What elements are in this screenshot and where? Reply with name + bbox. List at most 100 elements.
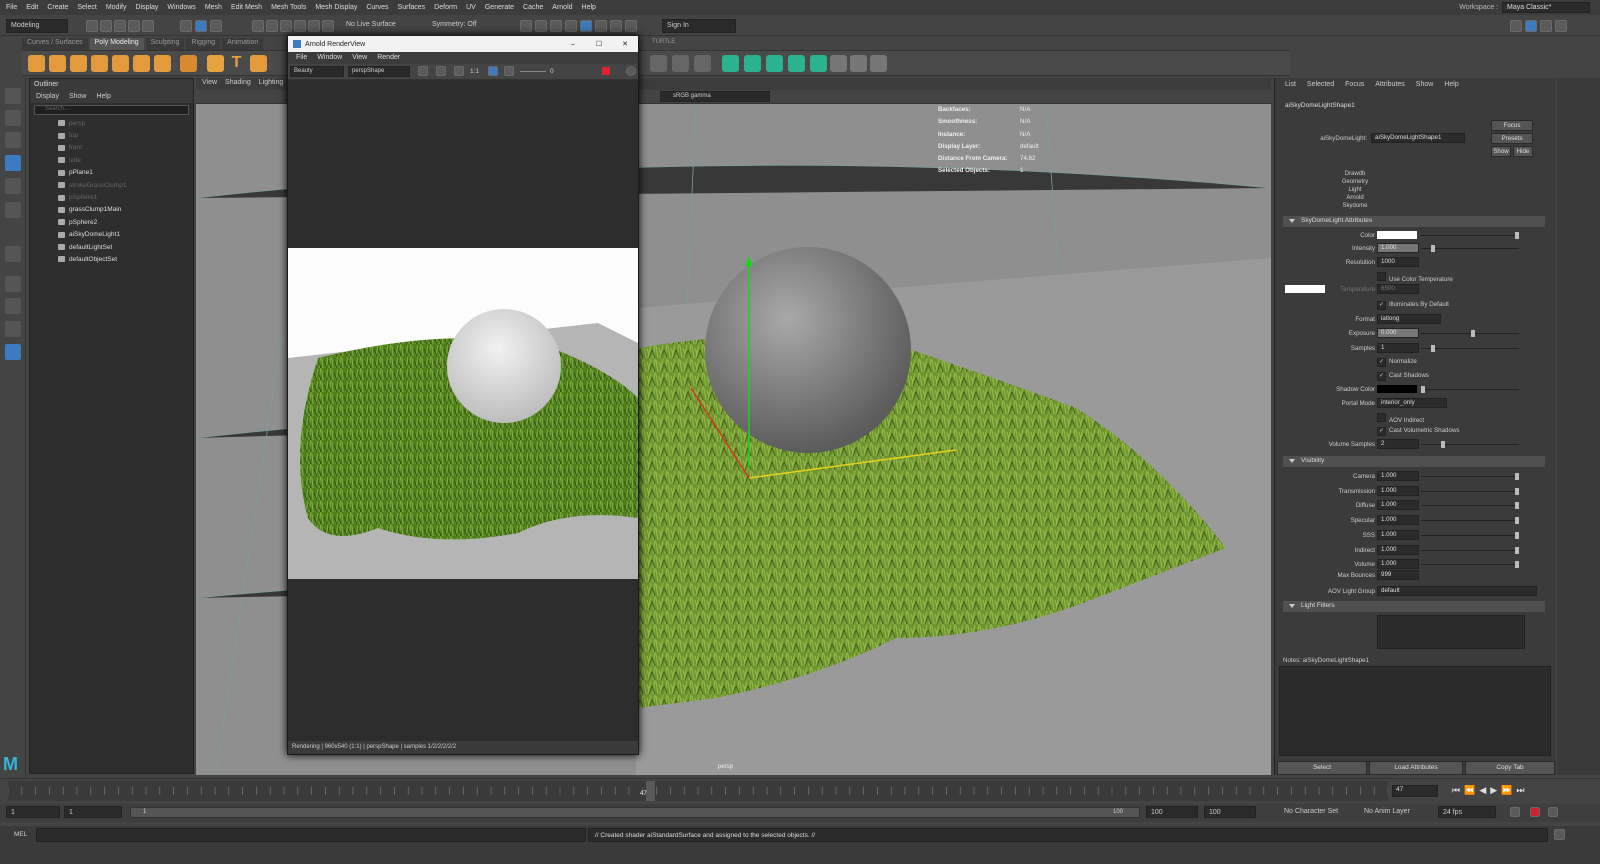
refresh-render-icon[interactable] (418, 66, 428, 76)
workspace-dropdown[interactable]: Maya Classic* (1502, 2, 1590, 13)
hypershade-icon[interactable] (595, 20, 607, 32)
snap-point-icon[interactable] (280, 20, 292, 32)
close-icon[interactable]: ✕ (612, 40, 638, 48)
separate-icon[interactable] (744, 55, 761, 72)
viewport-menu-lighting[interactable]: Lighting (259, 79, 284, 89)
visibility-slider[interactable] (1421, 531, 1519, 539)
symmetry-dropdown[interactable]: Symmetry: Off (428, 19, 488, 33)
script-editor-icon[interactable] (1554, 829, 1565, 840)
ae-menu-show[interactable]: Show (1416, 81, 1434, 89)
menu-edit[interactable]: Edit (26, 4, 38, 11)
viewport-menu-shading[interactable]: Shading (225, 79, 251, 89)
platonic-icon[interactable] (180, 55, 197, 72)
shelf-tab-sculpting[interactable]: Sculpting (145, 38, 185, 50)
menu-windows[interactable]: Windows (167, 4, 195, 11)
shelf-tab-curves[interactable]: Curves / Surfaces (22, 38, 88, 50)
rotate-tool-icon[interactable] (5, 178, 21, 194)
exposure-slider[interactable] (520, 71, 546, 72)
visibility-field[interactable]: 1.000 (1377, 544, 1419, 555)
menu-create[interactable]: Create (47, 4, 68, 11)
boolean-icon[interactable] (788, 55, 805, 72)
ae-menu-selected[interactable]: Selected (1307, 81, 1334, 89)
snap-view-icon[interactable] (294, 20, 306, 32)
menu-deform[interactable]: Deform (434, 4, 457, 11)
mirror-icon[interactable] (810, 55, 827, 72)
bevel-icon[interactable] (850, 55, 867, 72)
section-skydome-attrs[interactable]: SkyDomeLight Attributes (1283, 216, 1545, 227)
new-scene-icon[interactable] (86, 20, 98, 32)
visibility-slider[interactable] (1421, 561, 1519, 569)
auto-key-icon[interactable] (1530, 807, 1540, 817)
time-slider[interactable]: 47 47 ⏮⏪◀▶⏩⏭ (0, 778, 1600, 802)
outliner-item[interactable]: strokeGrassClump1 (30, 179, 193, 191)
menu-cache[interactable]: Cache (523, 4, 543, 11)
outliner-menu-display[interactable]: Display (36, 93, 59, 101)
shelf-tab-turtle[interactable]: TURTLE (652, 39, 675, 45)
outliner-item[interactable]: top (30, 129, 193, 141)
outliner-item[interactable]: defaultLightSet (30, 241, 193, 253)
save-scene-icon[interactable] (114, 20, 126, 32)
presets-button[interactable]: Presets (1491, 133, 1533, 144)
light-filters-list[interactable] (1377, 615, 1525, 649)
zoom-ratio-label[interactable]: 1:1 (470, 68, 479, 75)
outliner-item[interactable]: grassClump1Main (30, 204, 193, 216)
normalize-checkbox[interactable]: Normalize (1377, 358, 1417, 367)
viewport-menu-view[interactable]: View (202, 79, 217, 89)
section-visibility[interactable]: Visibility (1283, 456, 1545, 467)
visibility-field[interactable]: 1.000 (1377, 500, 1419, 511)
menu-surfaces[interactable]: Surfaces (398, 4, 426, 11)
exposure-field[interactable]: 0.000 (1377, 328, 1419, 338)
visibility-field[interactable]: 1.000 (1377, 515, 1419, 526)
hide-button[interactable]: Hide (1513, 146, 1533, 157)
render-options-icon[interactable] (626, 66, 636, 76)
current-frame-field[interactable]: 47 (1392, 785, 1438, 797)
exposure-value[interactable]: 0 (550, 68, 554, 75)
menu-arnold[interactable]: Arnold (552, 4, 572, 11)
outliner-item[interactable]: pSphere1 (30, 191, 193, 203)
shelf-tab-rigging[interactable]: Rigging (186, 38, 221, 50)
step-forward-icon[interactable]: ⏩ (1501, 785, 1516, 795)
anim-prefs-icon[interactable] (1548, 807, 1558, 817)
outliner-item[interactable]: aiSkyDomeLight1 (30, 229, 193, 241)
move-tool-icon[interactable] (5, 155, 21, 171)
show-button[interactable]: Show (1491, 146, 1511, 157)
type-tool-icon[interactable]: T (228, 55, 245, 72)
shadow-color-slider[interactable] (1421, 386, 1519, 393)
poly-torus-icon[interactable] (112, 55, 129, 72)
four-view-icon[interactable] (5, 298, 21, 314)
visibility-field[interactable]: 1.000 (1377, 471, 1419, 481)
crop-region-icon[interactable] (488, 66, 498, 76)
visibility-slider[interactable] (1421, 517, 1519, 525)
range-slider[interactable]: 1 100 (130, 807, 1140, 818)
maximize-icon[interactable]: ☐ (586, 40, 612, 48)
outliner-menu-help[interactable]: Help (96, 93, 110, 101)
shadow-color-swatch[interactable] (1377, 385, 1417, 393)
ae-node-name-field[interactable]: aiSkyDomeLightShape1 (1371, 133, 1465, 143)
colorspace-dropdown[interactable]: sRGB gamma (660, 91, 770, 102)
live-surface-field[interactable]: No Live Surface (342, 19, 408, 33)
play-forward-icon[interactable]: ▶ (1490, 785, 1501, 795)
visibility-slider[interactable] (1421, 502, 1519, 510)
smooth-icon[interactable] (766, 55, 783, 72)
layout-toggle-icon[interactable] (5, 344, 21, 360)
multi-cut-icon[interactable] (650, 55, 667, 72)
playback-end-field[interactable]: 100 (1146, 806, 1198, 818)
visibility-slider[interactable] (1421, 473, 1519, 480)
render-image[interactable] (288, 248, 638, 579)
loop-icon[interactable] (1510, 807, 1520, 817)
redo-icon[interactable] (142, 20, 154, 32)
shelf-tab-animation[interactable]: Animation (222, 38, 264, 50)
select-button[interactable]: Select (1277, 761, 1367, 775)
poly-disc-icon[interactable] (154, 55, 171, 72)
menu-generate[interactable]: Generate (485, 4, 514, 11)
intensity-slider[interactable] (1421, 245, 1519, 252)
extrude-icon[interactable] (830, 55, 847, 72)
aov-indirect-checkbox[interactable]: AOV Indirect (1377, 413, 1424, 424)
volume-samples-slider[interactable] (1421, 441, 1519, 448)
last-tool-icon[interactable] (5, 246, 21, 262)
use-color-temp-checkbox[interactable]: Use Color Temperature (1377, 272, 1453, 283)
menu-file[interactable]: File (6, 4, 17, 11)
pause-icon[interactable] (625, 20, 637, 32)
illuminates-default-checkbox[interactable]: Illuminates By Default (1377, 301, 1449, 310)
outliner-search-input[interactable]: Search... (34, 105, 189, 115)
